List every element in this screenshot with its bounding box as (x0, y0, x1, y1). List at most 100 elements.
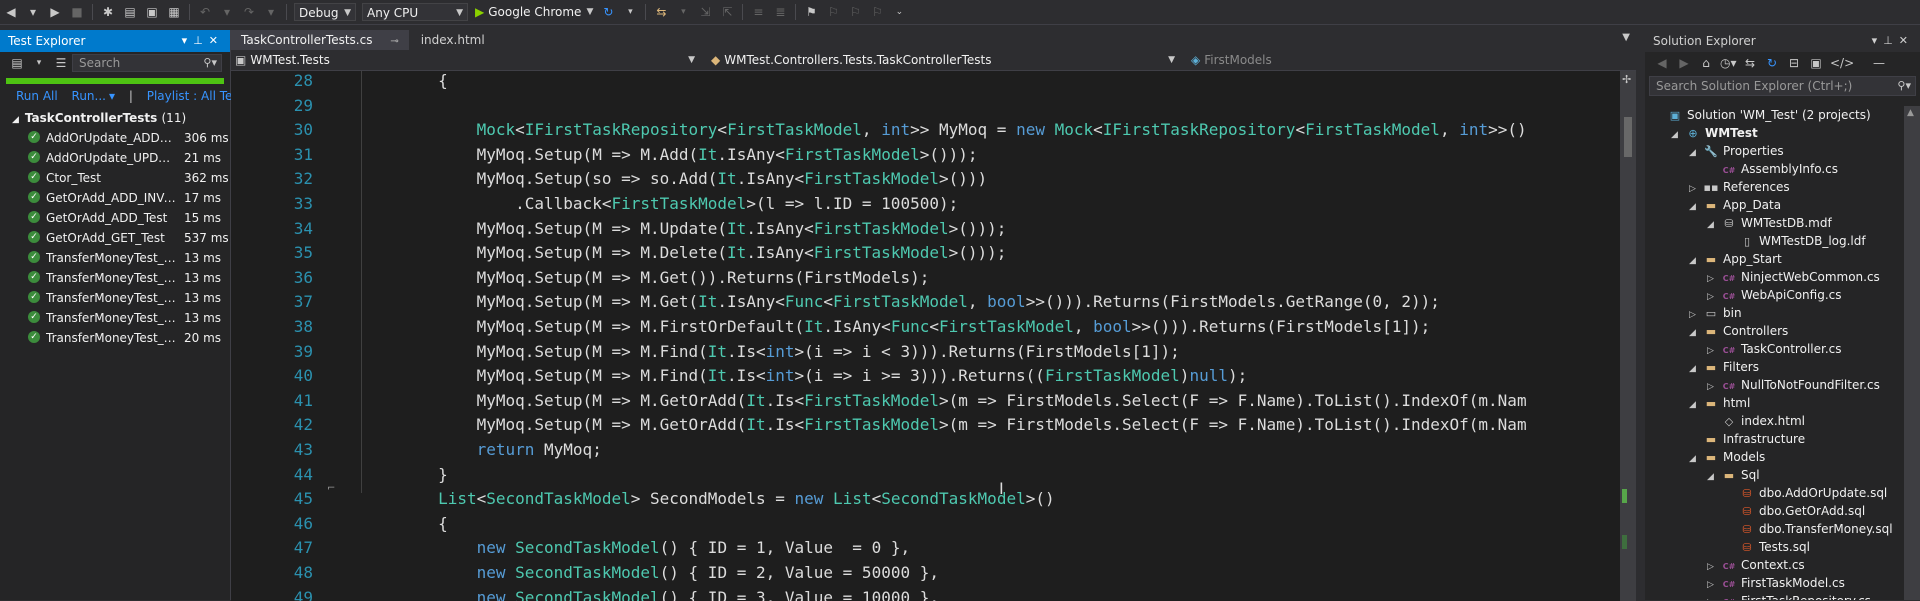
solution-tree-item[interactable]: ▣ Solution 'WM_Test' (2 projects) (1653, 106, 1871, 124)
test-group-header[interactable]: ◢ TaskControllerTests (11) (0, 108, 230, 128)
solution-tree-item[interactable]: ⛁ dbo.GetOrAdd.sql (1725, 502, 1865, 520)
properties-icon[interactable]: — (1871, 55, 1887, 71)
test-row[interactable]: ✓ TransferMoneyTest_Inter... 13 ms (0, 268, 230, 288)
group-by-icon[interactable]: ▤ (9, 55, 25, 71)
member-dropdown[interactable]: ◈ FirstModels (1187, 51, 1627, 69)
solution-tree-item[interactable]: ▷ C# WebApiConfig.cs (1707, 286, 1842, 304)
solution-tree-item[interactable]: ◢ ⛁ WMTestDB.mdf (1707, 214, 1832, 232)
code-line[interactable]: MyMoq.Setup(so => so.Add(It.IsAny<FirstT… (361, 169, 988, 188)
solution-tree-item[interactable]: ▷ C# FirstTaskModel.cs (1707, 574, 1845, 592)
code-line[interactable]: new SecondTaskModel() { ID = 2, Value = … (361, 563, 939, 582)
code-area[interactable]: ⌐ I ✢ 28 {29 30 Mock<IFirstTaskRepository… (231, 71, 1636, 601)
code-line[interactable]: MyMoq.Setup(M => M.Add(It.IsAny<FirstTas… (361, 145, 978, 164)
code-line[interactable]: MyMoq.Setup(M => M.Find(It.Is<int>(i => … (361, 342, 1180, 361)
code-line[interactable]: MyMoq.Setup(M => M.FirstOrDefault(It.IsA… (361, 317, 1431, 336)
open-folder-icon[interactable]: ▤ (122, 4, 138, 20)
collapsed-triangle-icon[interactable]: ▷ (1707, 594, 1721, 600)
expanded-triangle-icon[interactable]: ◢ (1707, 468, 1721, 486)
expanded-triangle-icon[interactable]: ◢ (1707, 216, 1721, 234)
pin-icon[interactable]: ⊥ (193, 34, 209, 47)
solution-tree-item[interactable]: ▷ ▪▪ References (1689, 178, 1790, 196)
solution-tree-item[interactable]: ▷ C# TaskController.cs (1707, 340, 1842, 358)
show-all-files-icon[interactable]: ▣ (1808, 55, 1824, 71)
chevron-down-icon[interactable]: ▾ (1872, 34, 1884, 47)
undo-icon[interactable]: ↶ (197, 4, 213, 20)
class-dropdown[interactable]: ◆ WMTest.Controllers.Tests.TaskController… (707, 51, 1181, 69)
code-line[interactable]: return MyMoq; (361, 440, 602, 459)
run-menu-link[interactable]: Run... ▾ (72, 89, 115, 103)
test-settings-icon[interactable]: ☰ (53, 55, 69, 71)
chevron-down-icon[interactable]: ▾ (263, 4, 279, 20)
back-icon[interactable]: ◀ (1654, 55, 1670, 71)
stop-icon[interactable]: ■ (69, 4, 85, 20)
save-all-icon[interactable]: ▦ (166, 4, 182, 20)
test-row[interactable]: ✓ GetOrAdd_ADD_Test 15 ms (0, 208, 230, 228)
code-line[interactable]: { (361, 514, 448, 533)
test-row[interactable]: ✓ TransferMoneyTest_Desti... 13 ms (0, 248, 230, 268)
solution-search-input[interactable]: Search Solution Explorer (Ctrl+;) ⚲▾ (1649, 76, 1916, 96)
outdent-icon[interactable]: ≡ (750, 4, 766, 20)
code-line[interactable]: List<SecondTaskModel> SecondModels = new… (361, 489, 1055, 508)
forward-icon[interactable]: ▶ (47, 4, 63, 20)
expanded-triangle-icon[interactable]: ◢ (1689, 198, 1703, 216)
test-row[interactable]: ✓ TransferMoneyTest_Sour... 20 ms (0, 328, 230, 348)
pin-icon[interactable]: ⊥ (1883, 34, 1899, 47)
solution-platform-select[interactable]: Any CPU ▼ (362, 3, 468, 21)
solution-explorer-scrollbar[interactable]: ▲ (1904, 106, 1920, 600)
code-line[interactable]: Mock<IFirstTaskRepository<FirstTaskModel… (361, 120, 1527, 139)
solution-tree-item[interactable]: ▷ ▭ bin (1689, 304, 1742, 322)
code-line[interactable]: MyMoq.Setup(M => M.Delete(It.IsAny<First… (361, 243, 1007, 262)
split-window-icon[interactable]: ✢ (1622, 73, 1631, 86)
code-line[interactable]: MyMoq.Setup(M => M.Find(It.Is<int>(i => … (361, 366, 1248, 385)
run-all-link[interactable]: Run All (16, 89, 58, 103)
solution-tree-item[interactable]: ◢ ▬ Filters (1689, 358, 1759, 376)
chevron-down-icon[interactable]: ▾ (622, 4, 638, 20)
solution-explorer-titlebar[interactable]: Solution Explorer ▾⊥✕ (1645, 30, 1920, 52)
solution-tree-item[interactable]: ◢ ▬ App_Start (1689, 250, 1782, 268)
code-line[interactable]: MyMoq.Setup(M => M.GetOrAdd(It.Is<FirstT… (361, 391, 1527, 410)
solution-tree-item[interactable]: ▯ WMTestDB_log.ldf (1725, 232, 1866, 250)
tab-taskcontrollertests[interactable]: TaskControllerTests.cs ⊸ (231, 30, 409, 50)
solution-tree-item[interactable]: ⛁ dbo.TransferMoney.sql (1725, 520, 1892, 538)
solution-tree-item[interactable]: ◢ ▬ Controllers (1689, 322, 1788, 340)
code-line[interactable]: new SecondTaskModel() { ID = 1, Value = … (361, 538, 911, 557)
close-icon[interactable]: ✕ (1899, 34, 1914, 47)
code-line[interactable]: new SecondTaskModel() { ID = 3, Value = … (361, 588, 939, 601)
code-line[interactable]: MyMoq.Setup(M => M.Get()).Returns(FirstM… (361, 268, 930, 287)
home-icon[interactable]: ⌂ (1698, 55, 1714, 71)
bookmark-icon[interactable]: ⚑ (803, 4, 819, 20)
chevron-down-icon[interactable]: ▾ (31, 55, 47, 71)
chevron-down-icon[interactable]: ▾ (182, 34, 194, 47)
search-icon[interactable]: ⚲▾ (203, 55, 217, 71)
previous-bookmark-icon[interactable]: ⚐ (825, 4, 841, 20)
scroll-up-icon[interactable]: ▲ (1907, 108, 1914, 118)
step-over-icon[interactable]: ⇱ (719, 4, 735, 20)
view-code-icon[interactable]: </> (1830, 55, 1854, 71)
solution-tree-item[interactable]: ◢ 🔧 Properties (1689, 142, 1784, 160)
sync-with-document-icon[interactable]: ⇆ (1742, 55, 1758, 71)
test-search-input[interactable]: Search ⚲▾ (72, 54, 222, 72)
chevron-down-icon[interactable]: ▾ (219, 4, 235, 20)
solution-tree-item[interactable]: ◇ index.html (1707, 412, 1805, 430)
solution-tree-item[interactable]: C# AssemblyInfo.cs (1707, 160, 1838, 178)
expanded-triangle-icon[interactable]: ◢ (1689, 144, 1703, 162)
test-row[interactable]: ✓ GetOrAdd_GET_Test 537 ms (0, 228, 230, 248)
solution-configuration-select[interactable]: Debug ▼ (294, 3, 356, 21)
solution-tree-item[interactable]: ◢ ▬ App_Data (1689, 196, 1781, 214)
test-row[interactable]: ✓ AddOrUpdate_ADD_Test 306 ms (0, 128, 230, 148)
indent-icon[interactable]: ≣ (772, 4, 788, 20)
code-line[interactable]: MyMoq.Setup(M => M.Update(It.IsAny<First… (361, 219, 1007, 238)
next-bookmark-icon[interactable]: ⚐ (847, 4, 863, 20)
solution-tree-item[interactable]: ◢ ▬ Models (1689, 448, 1765, 466)
chevron-down-icon[interactable]: ▾ (25, 4, 41, 20)
test-explorer-titlebar[interactable]: Test Explorer ▾⊥✕ (0, 30, 230, 52)
code-line[interactable]: { (361, 71, 448, 90)
pending-changes-filter-icon[interactable]: ◷▾ (1720, 55, 1737, 71)
expanded-triangle-icon[interactable]: ◢ (1689, 324, 1703, 342)
solution-tree-item[interactable]: ⛁ Tests.sql (1725, 538, 1810, 556)
scrollbar-thumb[interactable] (1624, 117, 1632, 157)
redo-icon[interactable]: ↷ (241, 4, 257, 20)
expanded-triangle-icon[interactable]: ◢ (1671, 126, 1685, 144)
forward-icon[interactable]: ▶ (1676, 55, 1692, 71)
expanded-triangle-icon[interactable]: ◢ (1689, 360, 1703, 378)
